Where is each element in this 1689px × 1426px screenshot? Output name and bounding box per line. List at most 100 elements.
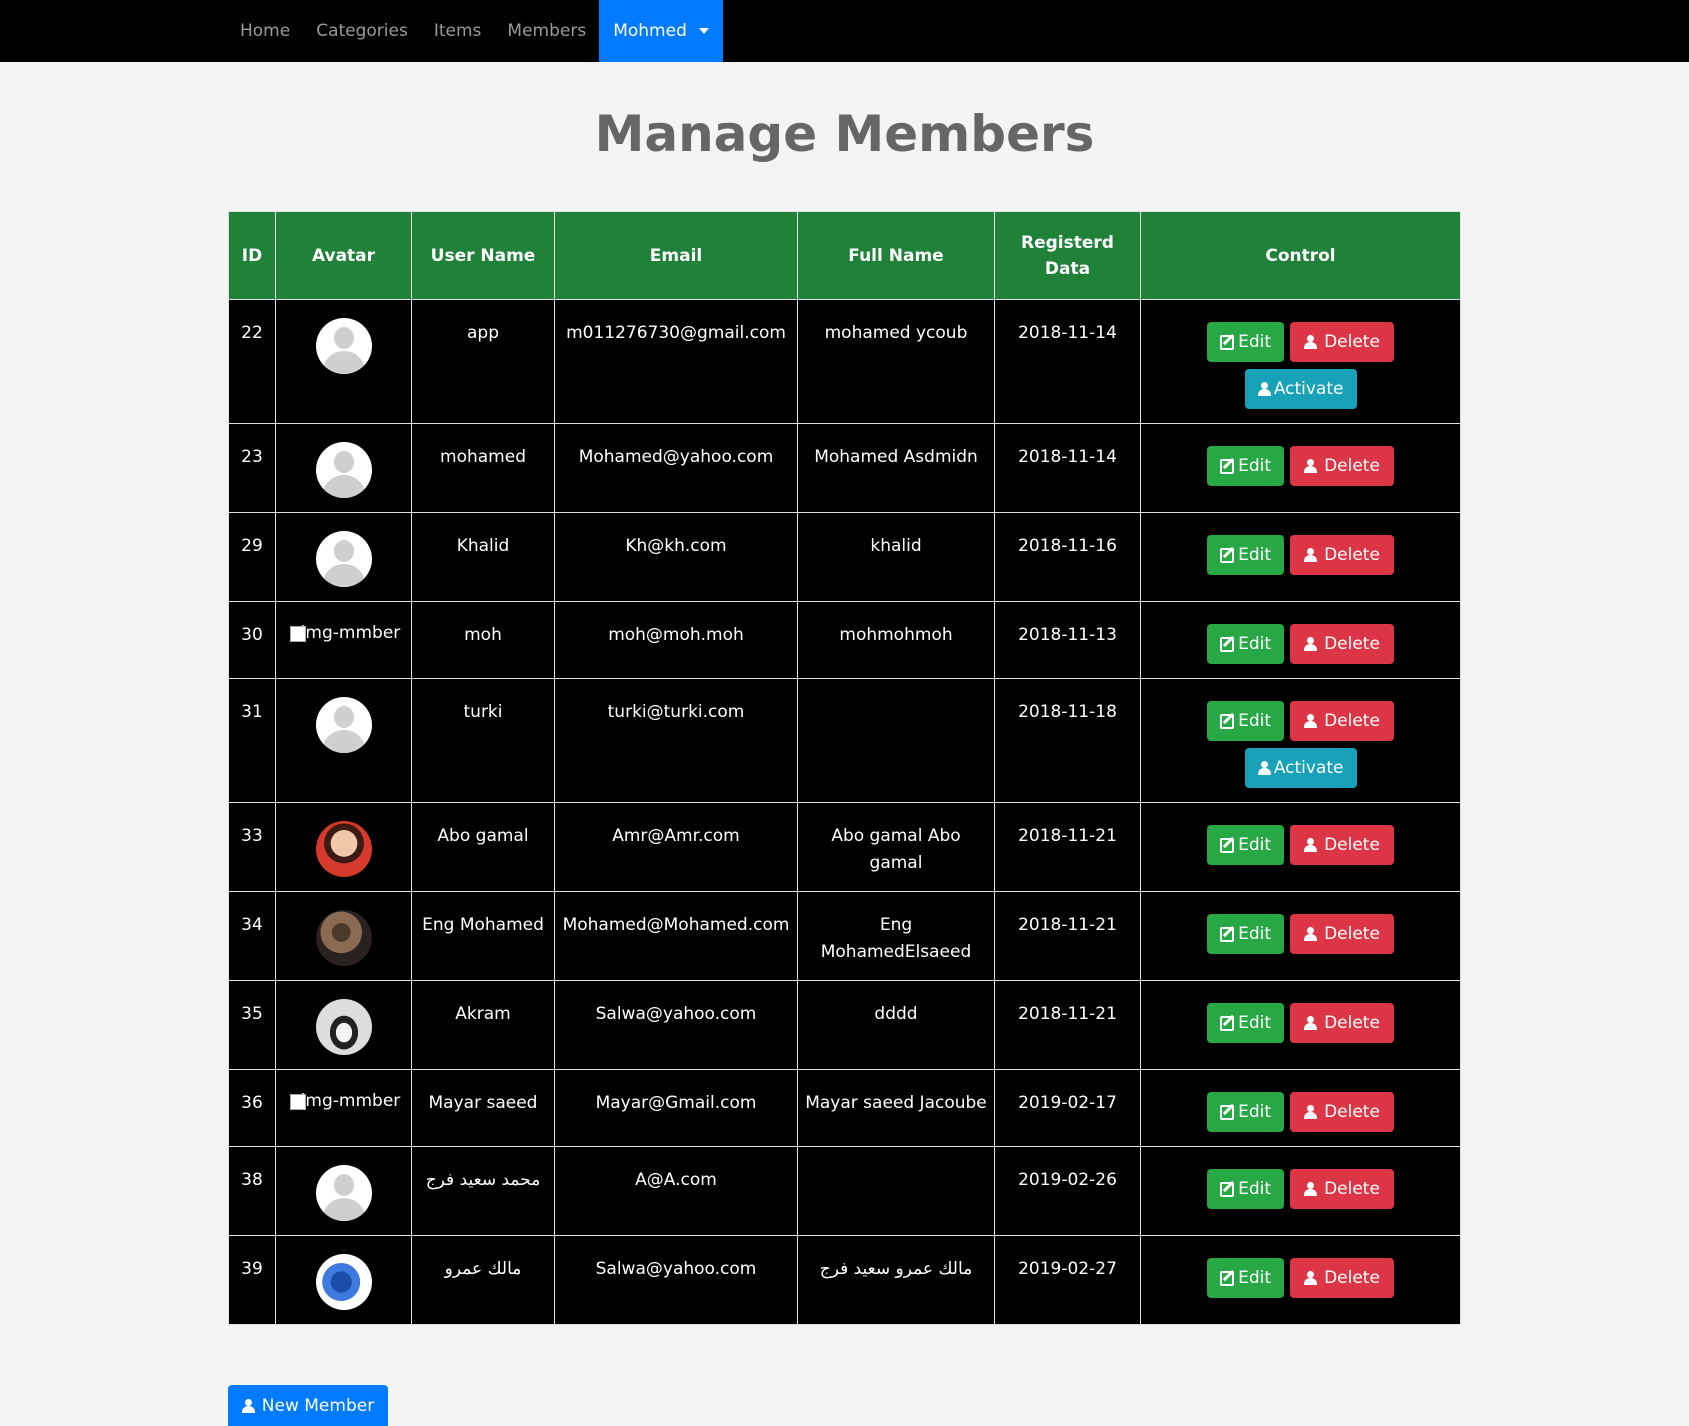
- delete-button[interactable]: Delete: [1290, 322, 1394, 362]
- cell-registered-date: 2018-11-21: [994, 980, 1141, 1070]
- cell-fullname: Mohamed Asdmidn: [797, 423, 995, 513]
- cell-avatar: img-mmber: [275, 1069, 412, 1147]
- header-fullname: Full Name: [797, 211, 995, 300]
- nav-members[interactable]: Members: [494, 0, 599, 62]
- nav-home[interactable]: Home: [227, 0, 303, 62]
- new-member-label: New Member: [261, 1395, 375, 1416]
- delete-label: Delete: [1324, 455, 1380, 476]
- table-row: 30 img-mmber moh moh@moh.moh mohmohmoh 2018-1…: [228, 601, 1461, 679]
- delete-label: Delete: [1324, 331, 1380, 352]
- cell-registered-date: 2018-11-21: [994, 891, 1141, 981]
- cell-email: Mayar@Gmail.com: [554, 1069, 798, 1147]
- cell-email: Salwa@yahoo.com: [554, 980, 798, 1070]
- delete-button[interactable]: Delete: [1290, 1092, 1394, 1132]
- header-registered: Registerd Data: [994, 211, 1141, 300]
- user-times-icon: [1304, 637, 1320, 651]
- cell-fullname: مالك عمرو سعيد فرج: [797, 1235, 995, 1325]
- cell-control: Edit Delete: [1140, 1235, 1461, 1325]
- cell-username: Khalid: [411, 512, 555, 602]
- edit-button[interactable]: Edit: [1207, 1003, 1284, 1043]
- edit-button[interactable]: Edit: [1207, 701, 1284, 741]
- cell-control: Edit Delete: [1140, 512, 1461, 602]
- delete-button[interactable]: Delete: [1290, 914, 1394, 954]
- cell-id: 22: [228, 299, 276, 424]
- user-times-icon: [1304, 459, 1320, 473]
- cell-username: app: [411, 299, 555, 424]
- user-check-icon: [1257, 382, 1271, 396]
- cell-registered-date: 2019-02-17: [994, 1069, 1141, 1147]
- cell-control: Edit Delete: [1140, 802, 1461, 892]
- cell-username: مالك عمرو: [411, 1235, 555, 1325]
- activate-button[interactable]: Activate: [1244, 748, 1357, 788]
- user-times-icon: [1304, 548, 1320, 562]
- cell-avatar: [275, 1235, 412, 1325]
- nav-categories[interactable]: Categories: [303, 0, 421, 62]
- cell-registered-date: 2018-11-21: [994, 802, 1141, 892]
- edit-icon: [1220, 547, 1235, 563]
- cell-registered-date: 2018-11-16: [994, 512, 1141, 602]
- user-times-icon: [1304, 1271, 1320, 1285]
- cell-registered-date: 2018-11-18: [994, 678, 1141, 803]
- delete-button[interactable]: Delete: [1290, 825, 1394, 865]
- activate-label: Activate: [1273, 757, 1344, 778]
- user-times-icon: [1304, 838, 1320, 852]
- cell-id: 39: [228, 1235, 276, 1325]
- edit-icon: [1220, 1270, 1235, 1286]
- nav-items[interactable]: Items: [421, 0, 495, 62]
- cell-email: turki@turki.com: [554, 678, 798, 803]
- delete-label: Delete: [1324, 1178, 1380, 1199]
- edit-icon: [1220, 926, 1235, 942]
- edit-button[interactable]: Edit: [1207, 1169, 1284, 1209]
- cell-control: Edit Delete Activate: [1140, 678, 1461, 803]
- cell-email: A@A.com: [554, 1146, 798, 1236]
- header-avatar: Avatar: [275, 211, 412, 300]
- activate-button[interactable]: Activate: [1244, 369, 1357, 409]
- edit-label: Edit: [1238, 1101, 1271, 1122]
- cell-fullname: Abo gamal Abo gamal: [797, 802, 995, 892]
- delete-button[interactable]: Delete: [1290, 701, 1394, 741]
- default-avatar-icon: [315, 442, 372, 498]
- edit-label: Edit: [1238, 455, 1271, 476]
- cell-avatar: img-mmber: [275, 601, 412, 679]
- edit-button[interactable]: Edit: [1207, 825, 1284, 865]
- avatar: [315, 910, 372, 966]
- cell-avatar: [275, 678, 412, 803]
- delete-button[interactable]: Delete: [1290, 624, 1394, 664]
- delete-label: Delete: [1324, 1267, 1380, 1288]
- delete-button[interactable]: Delete: [1290, 1003, 1394, 1043]
- edit-button[interactable]: Edit: [1207, 1092, 1284, 1132]
- edit-button[interactable]: Edit: [1207, 535, 1284, 575]
- delete-button[interactable]: Delete: [1290, 446, 1394, 486]
- edit-button[interactable]: Edit: [1207, 322, 1284, 362]
- cell-email: m011276730@gmail.com: [554, 299, 798, 424]
- cell-username: Abo gamal: [411, 802, 555, 892]
- delete-button[interactable]: Delete: [1290, 1258, 1394, 1298]
- control-buttons: Edit Delete: [1147, 1003, 1454, 1043]
- edit-button[interactable]: Edit: [1207, 914, 1284, 954]
- edit-icon: [1220, 458, 1235, 474]
- default-avatar-icon: [315, 318, 372, 374]
- header-email: Email: [554, 211, 798, 300]
- edit-button[interactable]: Edit: [1207, 446, 1284, 486]
- delete-button[interactable]: Delete: [1290, 535, 1394, 575]
- avatar: [315, 821, 372, 877]
- edit-button[interactable]: Edit: [1207, 624, 1284, 664]
- cell-username: Akram: [411, 980, 555, 1070]
- delete-button[interactable]: Delete: [1290, 1169, 1394, 1209]
- table-row: 36 img-mmber Mayar saeed Mayar@Gmail.com May…: [228, 1069, 1461, 1147]
- user-times-icon: [1304, 714, 1320, 728]
- header-id: ID: [228, 211, 276, 300]
- cell-email: Salwa@yahoo.com: [554, 1235, 798, 1325]
- user-dropdown[interactable]: Mohmed: [599, 0, 723, 62]
- edit-label: Edit: [1238, 1178, 1271, 1199]
- avatar: [315, 1254, 372, 1310]
- new-member-button[interactable]: New Member: [228, 1385, 388, 1426]
- cell-fullname: mohmohmoh: [797, 601, 995, 679]
- broken-image-icon: img-mmber: [282, 1088, 405, 1115]
- cell-registered-date: 2019-02-27: [994, 1235, 1141, 1325]
- cell-username: turki: [411, 678, 555, 803]
- cell-registered-date: 2018-11-13: [994, 601, 1141, 679]
- edit-button[interactable]: Edit: [1207, 1258, 1284, 1298]
- user-times-icon: [1304, 335, 1320, 349]
- edit-label: Edit: [1238, 633, 1271, 654]
